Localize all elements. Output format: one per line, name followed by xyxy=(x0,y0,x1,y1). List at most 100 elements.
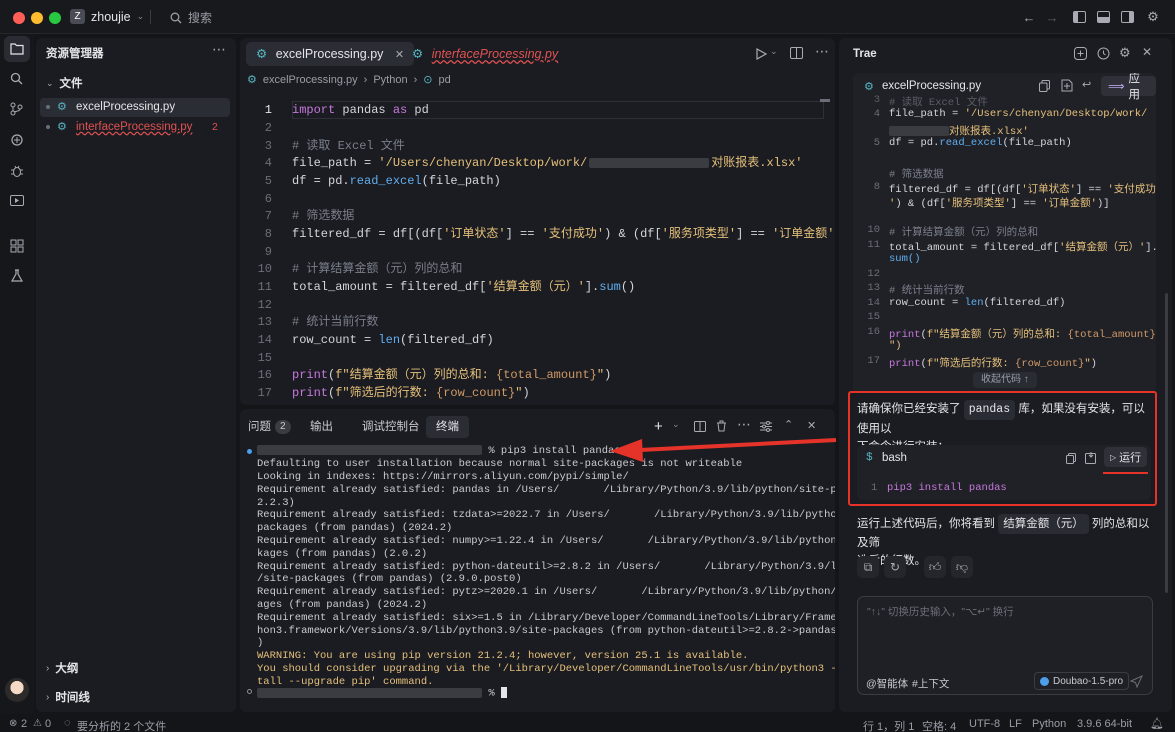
regenerate-button[interactable]: ↻ xyxy=(884,556,906,578)
more-actions-icon[interactable]: ↩ xyxy=(1082,78,1091,91)
close-window-button[interactable] xyxy=(13,12,25,24)
code-editor[interactable]: 1 import pandas as pd 2 3 # 读取 Excel 文件 4f… xyxy=(240,99,835,405)
apply-icon: ⟹ xyxy=(1108,81,1125,93)
new-chat-icon[interactable] xyxy=(1074,47,1087,60)
chat-input-placeholder: "↑↓" 切换历史输入，"⌥↵" 换行 xyxy=(867,606,1014,618)
tab-excelprocessing[interactable]: ⚙ excelProcessing.py ✕ xyxy=(246,42,415,66)
outline-section-header[interactable]: › 大纲 xyxy=(46,660,78,676)
cursor-position[interactable]: 行 1，列 1 xyxy=(863,718,914,732)
indentation[interactable]: 空格: 4 xyxy=(922,718,956,732)
run-button[interactable]: ▷ 运行 xyxy=(1104,447,1148,467)
more-actions-icon[interactable]: ⋯ xyxy=(212,41,226,58)
history-icon[interactable] xyxy=(1097,47,1110,60)
run-debug-icon[interactable] xyxy=(10,195,24,208)
chevron-down-icon[interactable]: ⌄ xyxy=(770,46,778,57)
source-control-icon[interactable] xyxy=(10,102,23,116)
breadcrumb: ⚙ excelProcessing.py › Python › ⊙ pd xyxy=(247,73,451,87)
close-icon[interactable]: ✕ xyxy=(1142,45,1152,59)
copy-icon[interactable] xyxy=(1066,453,1076,464)
extensions-icon[interactable] xyxy=(10,239,24,253)
settings-gear-icon[interactable]: ⚙ xyxy=(1144,8,1162,26)
file-item-excelprocessing[interactable]: ⚙ excelProcessing.py xyxy=(40,98,230,117)
debug-bug-icon[interactable] xyxy=(10,164,24,178)
insert-file-icon[interactable] xyxy=(1061,79,1073,92)
insert-terminal-icon[interactable] xyxy=(1085,452,1096,464)
split-editor-icon[interactable] xyxy=(790,47,803,59)
send-icon[interactable] xyxy=(1130,675,1143,688)
line-ending[interactable]: LF xyxy=(1009,718,1022,730)
bash-command: pip3 install pandas xyxy=(887,482,1007,494)
agent-mention-button[interactable]: @智能体 xyxy=(866,676,908,691)
tab-label: 问题 xyxy=(248,421,271,433)
problem-count-badge: 2 xyxy=(212,121,218,133)
breadcrumb-file[interactable]: excelProcessing.py xyxy=(263,74,358,86)
language-mode[interactable]: Python xyxy=(1032,718,1066,730)
file-item-interfaceprocessing[interactable]: ⚙ interfaceProcessing.py 2 xyxy=(40,118,230,137)
warning-count[interactable]: 0 xyxy=(45,718,51,730)
run-file-icon[interactable] xyxy=(756,48,767,60)
model-selector[interactable]: Doubao-1.5-pro xyxy=(1034,672,1130,690)
files-section-header[interactable]: ⌄ 文件 xyxy=(46,75,83,91)
line-number: 8 xyxy=(264,227,272,241)
code-line: ") xyxy=(853,340,1156,354)
tab-debug-console[interactable]: 调试控制台 xyxy=(362,416,420,438)
redacted-block xyxy=(889,125,949,136)
chat-input-box[interactable]: "↑↓" 切换历史输入，"⌥↵" 换行 @智能体 #上下文 Doubao-1.5… xyxy=(857,596,1153,695)
apply-button[interactable]: ⟹ 应用 xyxy=(1101,73,1156,101)
more-actions-icon[interactable]: ⋯ xyxy=(815,43,829,60)
toggle-aux-sidebar-icon[interactable] xyxy=(1121,11,1134,23)
scrollbar-thumb[interactable] xyxy=(820,99,830,102)
back-arrow-icon[interactable]: ← xyxy=(1020,8,1038,26)
global-search[interactable]: 搜索 xyxy=(170,9,212,26)
minimize-window-button[interactable] xyxy=(31,12,43,24)
collapse-code-button[interactable]: 收起代码 ↑ xyxy=(973,372,1037,388)
modified-dot xyxy=(46,105,50,109)
forward-arrow-icon[interactable]: → xyxy=(1043,8,1061,26)
tab-output[interactable]: 输出 xyxy=(310,416,333,438)
inline-code: 结算金额（元） xyxy=(998,514,1089,534)
tab-interfaceprocessing[interactable]: ⚙ interfaceProcessing.py xyxy=(402,42,568,66)
tab-problems[interactable]: 问题 2 xyxy=(248,416,291,438)
python-interpreter[interactable]: 3.9.6 64-bit xyxy=(1077,718,1132,730)
maximize-window-button[interactable] xyxy=(49,12,61,24)
thumbs-up-icon: 👍︎ xyxy=(928,559,942,574)
thumbs-up-button[interactable]: 👍︎ xyxy=(924,556,946,578)
warning-icon[interactable]: ⚠ xyxy=(33,718,42,729)
tab-terminal[interactable]: 终端 xyxy=(426,416,469,438)
error-count[interactable]: 2 xyxy=(21,718,27,730)
thumbs-down-button[interactable]: 👎︎ xyxy=(951,556,973,578)
user-avatar[interactable] xyxy=(5,678,29,702)
chevron-down-icon[interactable]: ⌄ xyxy=(672,419,680,430)
toggle-sidebar-icon[interactable] xyxy=(1073,11,1086,23)
copy-message-button[interactable]: ⧉ xyxy=(857,556,879,578)
testing-flask-icon[interactable] xyxy=(10,269,24,283)
search-icon[interactable] xyxy=(10,72,23,85)
search-label: 搜索 xyxy=(188,11,213,25)
prompt-symbol: % xyxy=(488,687,495,700)
breadcrumb-symbol[interactable]: pd xyxy=(438,74,450,86)
terminal-line: Requirement already satisfied: pytz>=202… xyxy=(257,586,835,598)
terminal-line: kages (from pandas) (2.0.2) xyxy=(257,547,428,560)
error-icon[interactable]: ⊗ xyxy=(9,718,17,729)
terminal-line: ages (from pandas) (2024.2) xyxy=(257,599,428,611)
settings-gear-icon[interactable]: ⚙ xyxy=(1119,45,1131,61)
python-file-icon: ⚙ xyxy=(57,101,67,113)
workspace-switcher[interactable]: Z zhoujie ⌄ xyxy=(70,9,144,24)
toggle-panel-icon[interactable] xyxy=(1097,11,1110,23)
copy-icon[interactable] xyxy=(1039,80,1050,92)
panel-title: Trae xyxy=(853,48,877,60)
chevron-right-icon: › xyxy=(46,691,50,703)
analysis-status[interactable]: 要分析的 2 个文件 xyxy=(77,718,166,732)
remote-connection-icon[interactable] xyxy=(10,133,24,147)
file-encoding[interactable]: UTF-8 xyxy=(969,718,1000,730)
redacted-block xyxy=(589,157,710,168)
explorer-files-icon[interactable] xyxy=(10,42,24,55)
breadcrumb-language[interactable]: Python xyxy=(373,74,407,86)
scrollbar-thumb[interactable] xyxy=(1165,293,1168,593)
notifications-bell-icon[interactable]: 🔔︎ xyxy=(1150,717,1164,730)
context-button[interactable]: #上下文 xyxy=(912,676,949,691)
line-number: 1 xyxy=(264,103,272,117)
line-number: 8 xyxy=(873,180,880,193)
terminal-output[interactable]: % pip3 install pandas Defaulting to user… xyxy=(240,445,835,712)
timeline-section-header[interactable]: › 时间线 xyxy=(46,689,90,705)
